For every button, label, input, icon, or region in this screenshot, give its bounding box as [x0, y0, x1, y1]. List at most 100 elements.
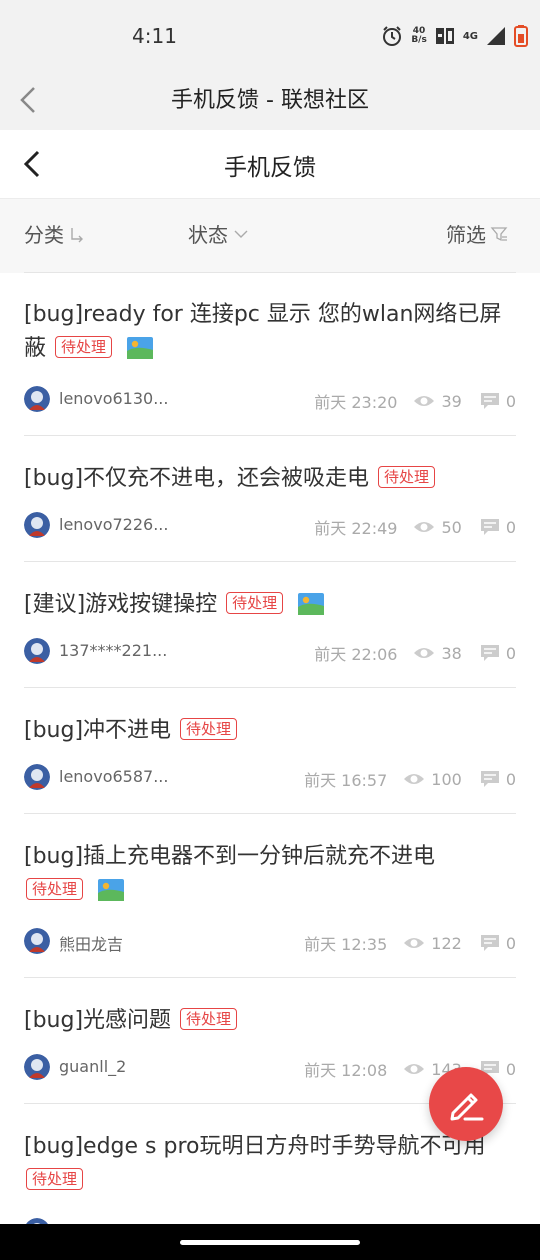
avatar[interactable] — [24, 512, 50, 538]
compose-button[interactable] — [429, 1067, 503, 1141]
status-tag: 待处理 — [26, 1168, 84, 1190]
view-count: 50 — [441, 517, 462, 537]
post-title[interactable]: [bug]edge s pro玩明日方舟时手势导航不可用 待处理 — [24, 1130, 516, 1198]
comment-icon — [480, 935, 499, 951]
chevron-down-icon — [234, 230, 248, 238]
alarm-icon — [383, 26, 402, 46]
post-title-text: [bug]不仅充不进电，还会被吸走电 — [24, 466, 370, 491]
post-title[interactable]: [bug]ready for 连接pc 显示 您的wlan网络已屏蔽 待处理 — [24, 298, 516, 366]
post-meta: lenovo6130... 前天 23:20 39 0 — [24, 386, 516, 414]
comment-icon — [480, 645, 499, 661]
post-title-text: [bug]edge s pro玩明日方舟时手势导航不可用 — [24, 1134, 486, 1159]
image-icon — [298, 593, 325, 615]
author-name[interactable]: lenovo6587... — [59, 767, 199, 786]
author-name[interactable]: lenovo6130... — [59, 389, 199, 408]
battery-icon — [514, 25, 528, 47]
signal-icon — [487, 27, 505, 45]
comment-count: 0 — [505, 391, 516, 411]
filter-label: 筛选 — [446, 223, 486, 247]
comment-count: 0 — [505, 933, 516, 953]
status-label: 状态 — [188, 223, 228, 247]
filter-button[interactable]: 筛选 — [446, 219, 508, 248]
post-meta: 熊田龙吉 前天 12:35 122 0 — [24, 928, 516, 956]
post-time: 前天 12:08 — [304, 1061, 388, 1080]
post-title-text: [bug]插上充电器不到一分钟后就充不进电 — [24, 844, 436, 869]
post-time: 前天 23:20 — [314, 393, 398, 412]
avatar[interactable] — [24, 1054, 50, 1080]
image-icon — [127, 337, 154, 359]
filter-bar: 分类 状态 筛选 — [0, 198, 540, 273]
post-title[interactable]: [bug]不仅充不进电，还会被吸走电 待处理 — [24, 462, 516, 496]
post-stats: 前天 22:06 38 0 — [314, 641, 516, 665]
system-nav-bar — [0, 1224, 540, 1260]
category-sort-button[interactable]: 分类 — [24, 219, 86, 248]
comment-icon — [480, 393, 499, 409]
post-meta: lenovo6587... 前天 16:57 100 0 — [24, 764, 516, 792]
category-label: 分类 — [24, 223, 64, 247]
network-type: 4G — [462, 30, 478, 42]
view-count: 100 — [431, 769, 462, 789]
post-title[interactable]: [bug]冲不进电 待处理 — [24, 714, 516, 748]
status-tag: 待处理 — [180, 718, 238, 740]
post-stats: 前天 16:57 100 0 — [304, 767, 516, 791]
post-item[interactable]: [bug]冲不进电 待处理 lenovo6587... 前天 16:57 100 — [24, 687, 516, 814]
speed-unit: B/s — [411, 35, 427, 45]
post-title-text: [建议]游戏按键操控 — [24, 592, 218, 617]
avatar[interactable] — [24, 928, 50, 954]
avatar[interactable] — [24, 764, 50, 790]
status-tag: 待处理 — [378, 466, 436, 488]
eye-icon — [404, 1064, 425, 1074]
eye-icon — [404, 938, 425, 948]
post-item[interactable]: [bug]插上充电器不到一分钟后就充不进电 待处理 熊田龙吉 前天 12:35 — [24, 813, 516, 978]
author-name[interactable]: guanll_2 — [59, 1057, 199, 1076]
page-title: 手机反馈 — [224, 155, 316, 181]
post-time: 前天 12:35 — [304, 935, 388, 954]
comment-icon — [480, 519, 499, 535]
post-meta: lenovo7226... 前天 22:49 50 0 — [24, 512, 516, 540]
post-time: 前天 22:06 — [314, 645, 398, 664]
status-bar: 4:11 40 B/s 4G — [0, 0, 540, 70]
view-count: 122 — [431, 933, 462, 953]
filter-icon — [490, 226, 508, 241]
app-title: 手机反馈 - 联想社区 — [171, 88, 369, 113]
author-name[interactable]: lenovo7226... — [59, 515, 199, 534]
status-tag: 待处理 — [180, 1008, 238, 1030]
author-name[interactable]: 熊田龙吉 — [59, 931, 199, 955]
post-item[interactable]: [建议]游戏按键操控 待处理 137****221... 前天 22:06 38… — [24, 561, 516, 688]
image-icon — [98, 879, 125, 901]
eye-icon — [414, 396, 435, 406]
eye-icon — [414, 648, 435, 658]
author-name[interactable]: 137****221... — [59, 641, 199, 660]
view-count: 39 — [441, 391, 462, 411]
status-tag: 待处理 — [55, 336, 113, 358]
status-tag: 待处理 — [26, 878, 84, 900]
app-bar: 手机反馈 - 联想社区 — [0, 70, 540, 130]
post-item[interactable]: [bug]不仅充不进电，还会被吸走电 待处理 lenovo7226... 前天 … — [24, 435, 516, 562]
post-stats: 前天 12:35 122 0 — [304, 931, 516, 955]
post-title-text: [bug]冲不进电 — [24, 718, 172, 743]
post-title[interactable]: [bug]插上充电器不到一分钟后就充不进电 待处理 — [24, 840, 516, 908]
sort-icon — [71, 227, 83, 242]
status-icons: 40 B/s 4G — [381, 22, 528, 50]
avatar[interactable] — [24, 638, 50, 664]
comment-count: 0 — [505, 643, 516, 663]
eye-icon — [414, 522, 435, 532]
comment-count: 0 — [505, 517, 516, 537]
status-dropdown[interactable]: 状态 — [188, 219, 250, 248]
post-title[interactable]: [bug]光感问题 待处理 — [24, 1004, 516, 1038]
post-meta: 137****221... 前天 22:06 38 0 — [24, 638, 516, 666]
post-item[interactable]: [bug]ready for 连接pc 显示 您的wlan网络已屏蔽 待处理 l… — [24, 272, 516, 436]
comment-count: 0 — [505, 1059, 516, 1079]
status-time: 4:11 — [132, 24, 177, 48]
pencil-icon — [450, 1093, 484, 1121]
status-tag: 待处理 — [226, 592, 284, 614]
comment-count: 0 — [505, 769, 516, 789]
post-time: 前天 22:49 — [314, 519, 398, 538]
home-gesture-handle[interactable] — [180, 1240, 360, 1245]
comment-icon — [480, 771, 499, 787]
hd-icon — [435, 28, 454, 44]
page-header: 手机反馈 — [0, 130, 540, 198]
post-title[interactable]: [建议]游戏按键操控 待处理 — [24, 588, 516, 622]
post-stats: 前天 23:20 39 0 — [314, 389, 516, 413]
avatar[interactable] — [24, 386, 50, 412]
